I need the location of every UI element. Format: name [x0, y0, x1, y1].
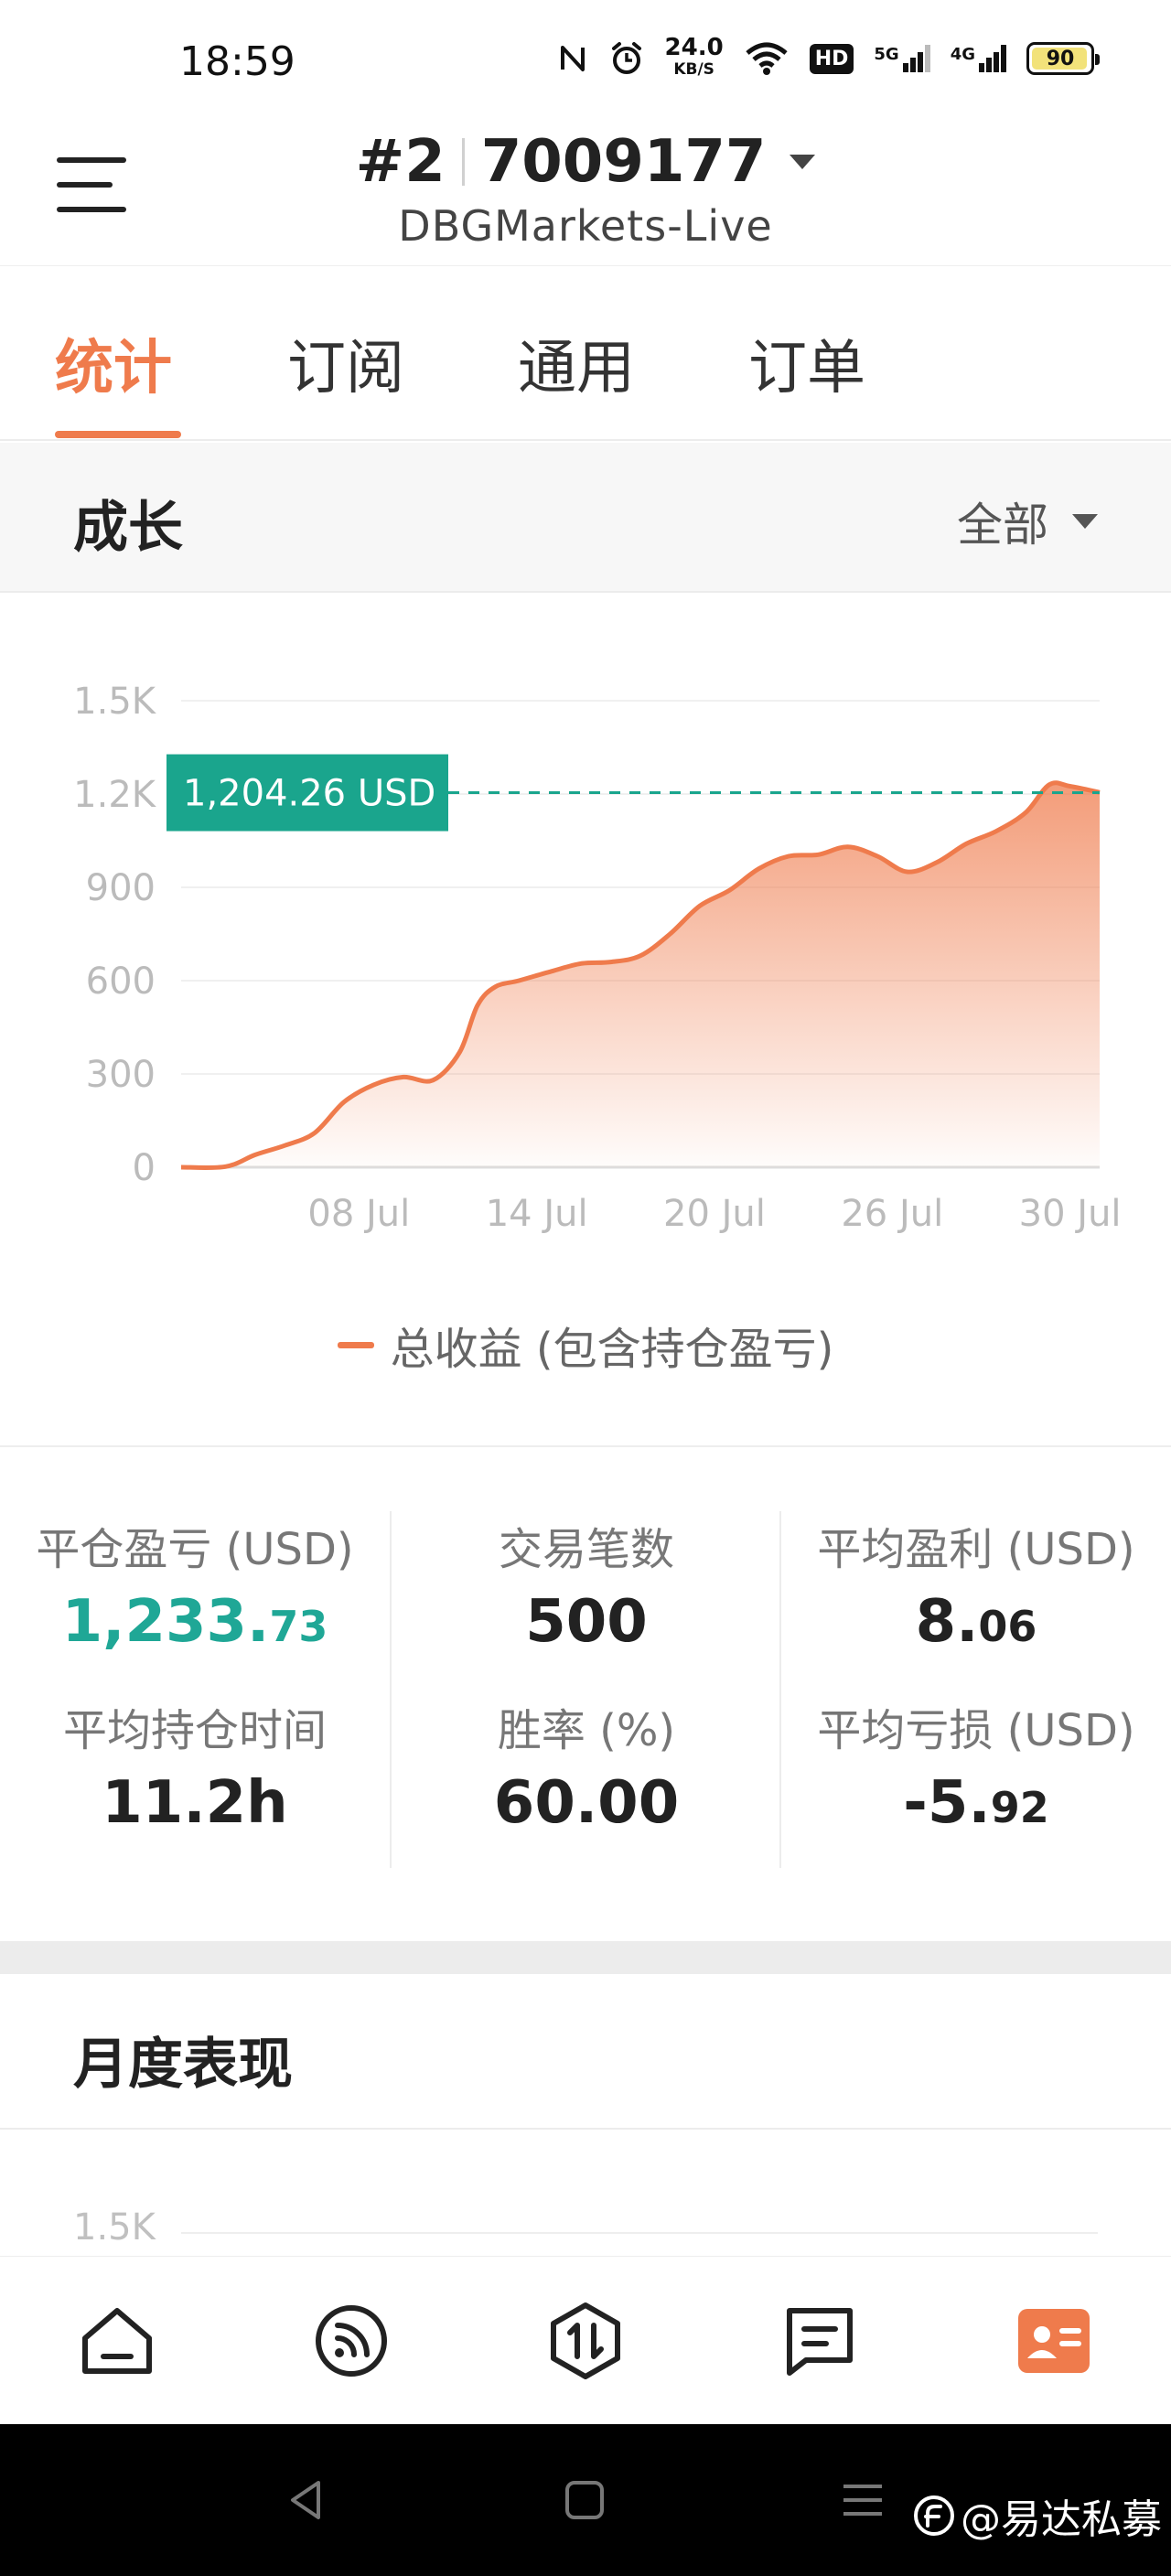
signal-4g-label: 4G: [950, 45, 975, 64]
net-speed-unit: KB/S: [673, 60, 714, 79]
y-tick-label: 1.5K: [73, 681, 157, 723]
stat-avg-hold-time: 平均持仓时间 11.2h: [0, 1694, 390, 1837]
signal-5g-icon: 5G: [874, 45, 930, 72]
recents-icon[interactable]: [840, 2477, 886, 2523]
nav-messages[interactable]: [774, 2295, 865, 2387]
stats-column-1: 平仓盈亏 (USD) 1,233.73 平均持仓时间 11.2h: [0, 1447, 390, 1941]
current-value-label: 1,204.26 USD: [183, 773, 435, 815]
legend-label: 总收益 (包含持仓盈亏): [390, 1324, 834, 1375]
monthly-y-tick: 1.5K: [73, 2206, 156, 2249]
stat-value: -5.92: [903, 1769, 1049, 1837]
watermark-text: @易达私募: [961, 2496, 1162, 2543]
back-icon[interactable]: [284, 2477, 329, 2523]
watermark-logo-icon: [914, 2496, 954, 2536]
battery-icon: 90: [1026, 42, 1100, 75]
growth-header: 成长 全部: [0, 443, 1171, 593]
battery-level: 90: [1046, 47, 1075, 70]
home-square-icon[interactable]: [562, 2477, 607, 2523]
alarm-icon: [608, 40, 645, 77]
stats-column-3: 平均盈利 (USD) 8.06 平均亏损 (USD) -5.92: [781, 1447, 1171, 1941]
x-tick-label: 14 Jul: [486, 1193, 588, 1235]
stat-label: 平均持仓时间: [62, 1705, 327, 1756]
net-speed-value: 24.0: [664, 34, 724, 61]
stat-label: 交易笔数: [498, 1524, 674, 1575]
section-gap: [0, 1941, 1171, 1974]
hd-badge: HD: [809, 43, 854, 74]
nav-account[interactable]: [1008, 2295, 1100, 2387]
y-tick-label: 600: [86, 961, 156, 1003]
nfc-icon: [557, 42, 588, 75]
trade-icon: [551, 2302, 620, 2379]
range-dropdown[interactable]: 全部: [957, 488, 1098, 554]
home-icon: [82, 2308, 152, 2374]
x-tick-label: 20 Jul: [663, 1193, 766, 1235]
x-tick-label: 30 Jul: [1019, 1193, 1122, 1235]
active-tab-indicator: [55, 431, 181, 438]
x-tick-label: 26 Jul: [841, 1193, 943, 1235]
stat-label: 胜率 (%): [497, 1705, 676, 1756]
app-header: #2 7009177 DBGMarkets-Live: [0, 128, 1171, 265]
net-speed: 24.0 KB/S: [664, 34, 724, 80]
x-tick-label: 08 Jul: [307, 1193, 410, 1235]
stat-value: 11.2h: [102, 1769, 288, 1837]
monthly-header: 月度表现: [0, 1974, 1171, 2130]
tab-statistics[interactable]: 统计: [55, 321, 172, 405]
status-icons: 24.0 KB/S HD 5G 4G 90: [557, 34, 1100, 80]
stat-value: 8.06: [915, 1588, 1037, 1656]
stat-value: 500: [525, 1588, 648, 1656]
growth-title: 成长: [73, 496, 183, 560]
y-tick-label: 1.2K: [73, 774, 157, 816]
system-nav-bar: @易达私募: [0, 2424, 1171, 2576]
signal-4g-icon: 4G: [951, 45, 1006, 72]
watermark: @易达私募: [913, 2486, 1162, 2545]
stat-value: 60.00: [493, 1769, 680, 1837]
account-number: 7009177: [480, 128, 767, 196]
bottom-nav: [0, 2256, 1171, 2424]
stat-win-rate: 胜率 (%) 60.00: [392, 1694, 781, 1837]
stat-value: 1,233.73: [61, 1588, 328, 1656]
tab-general[interactable]: 通用: [518, 321, 635, 405]
nav-feed[interactable]: [306, 2295, 397, 2387]
messages-icon: [787, 2308, 853, 2376]
stats-column-2: 交易笔数 500 胜率 (%) 60.00: [392, 1447, 781, 1941]
growth-chart: 1.5K 1.2K 900 600 300 0 08 Jul 14 Jul 20 Jul 26 …: [0, 595, 1171, 1445]
range-value: 全部: [957, 499, 1048, 552]
stat-avg-loss: 平均亏损 (USD) -5.92: [781, 1694, 1171, 1837]
stat-label: 平仓盈亏 (USD): [36, 1524, 354, 1575]
chevron-down-icon: [1072, 514, 1098, 529]
y-tick-label: 900: [86, 867, 156, 909]
status-bar: 18:59 24.0 KB/S HD 5G 4G 90: [0, 0, 1171, 128]
tab-orders[interactable]: 订单: [748, 321, 865, 405]
stat-label: 平均亏损 (USD): [817, 1705, 1135, 1756]
growth-chart-svg: 1.5K 1.2K 900 600 300 0 08 Jul 14 Jul 20 Jul 26 …: [73, 681, 1122, 1235]
signal-5g-label: 5G: [874, 45, 899, 64]
tab-bar: 统计 订阅 通用 订单: [0, 265, 1171, 441]
y-tick-label: 300: [86, 1054, 156, 1096]
stat-trade-count: 交易笔数 500: [392, 1513, 781, 1656]
account-card-icon: [1018, 2309, 1090, 2373]
series-area: [181, 782, 1100, 1168]
tab-subscriptions[interactable]: 订阅: [287, 321, 404, 405]
account-selector[interactable]: #2 7009177: [0, 128, 1171, 196]
chart-legend[interactable]: 总收益 (包含持仓盈亏): [0, 1313, 1171, 1377]
account-separator: [461, 138, 465, 186]
feed-icon: [316, 2305, 387, 2377]
stat-avg-profit: 平均盈利 (USD) 8.06: [781, 1513, 1171, 1656]
stat-label: 平均盈利 (USD): [817, 1524, 1135, 1575]
stats-panel: 平仓盈亏 (USD) 1,233.73 平均持仓时间 11.2h 交易笔数 50…: [0, 1445, 1171, 1939]
nav-trade[interactable]: [540, 2295, 631, 2387]
status-time: 18:59: [179, 38, 295, 85]
y-tick-label: 0: [133, 1147, 156, 1189]
nav-home[interactable]: [71, 2295, 163, 2387]
chevron-down-icon: [790, 155, 816, 169]
legend-swatch: [337, 1341, 374, 1348]
wifi-icon: [744, 40, 790, 77]
monthly-title: 月度表现: [73, 2033, 293, 2097]
account-index: #2: [355, 128, 446, 196]
monthly-gridline: [181, 2232, 1098, 2234]
server-name: DBGMarkets-Live: [398, 201, 773, 251]
stat-closed-pnl: 平仓盈亏 (USD) 1,233.73: [0, 1513, 390, 1656]
